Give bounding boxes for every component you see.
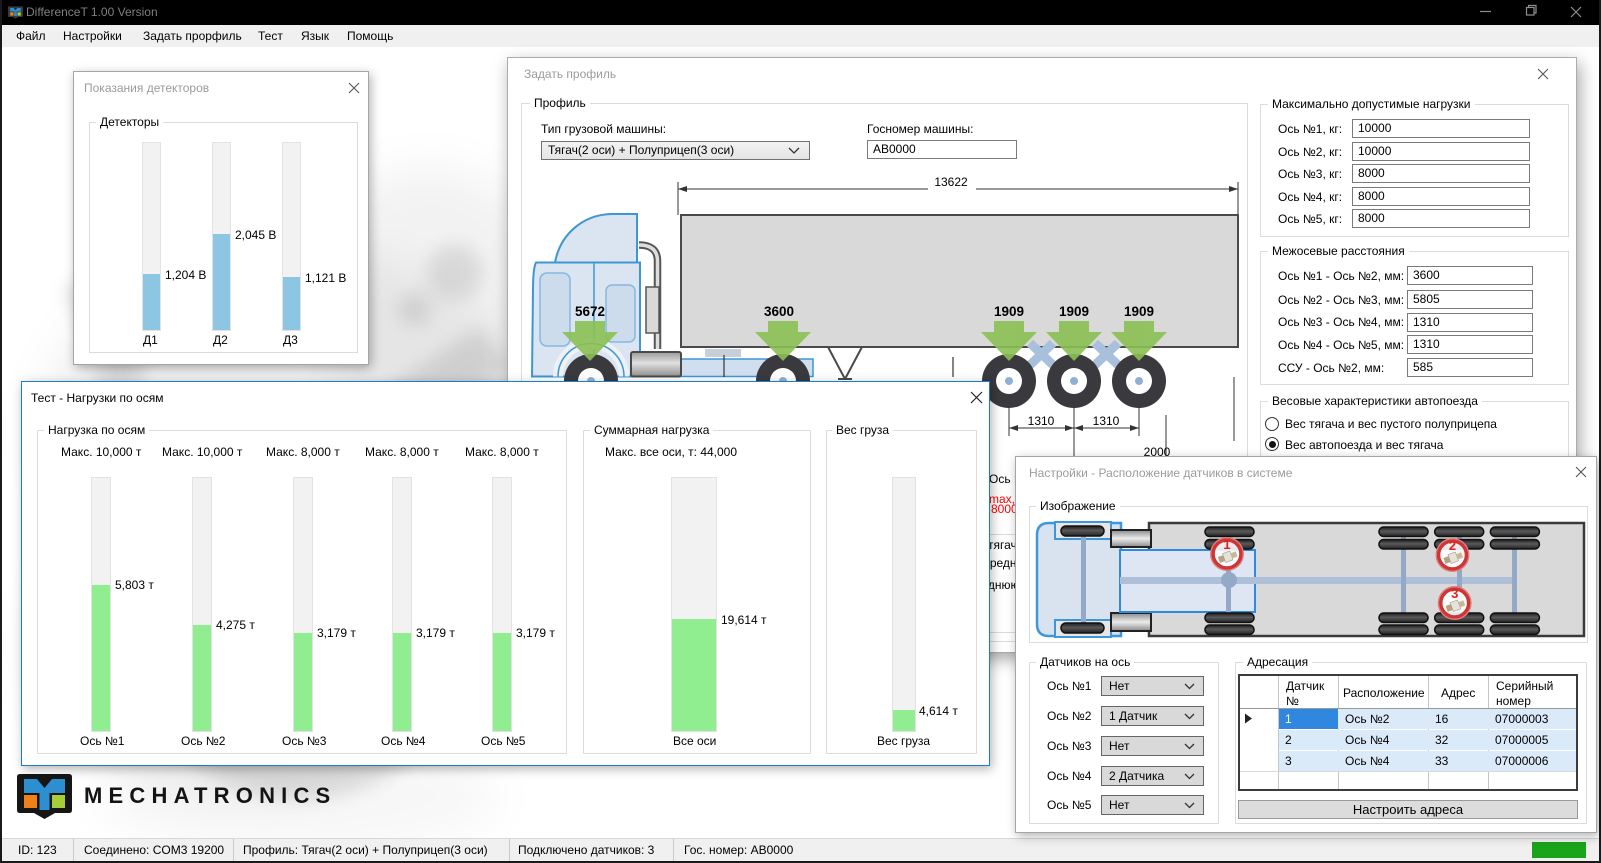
svg-text:1310: 1310: [1028, 414, 1055, 428]
svg-text:1909: 1909: [1124, 304, 1154, 319]
svg-text:5672: 5672: [575, 304, 605, 319]
svg-text:1: 1: [1223, 537, 1230, 552]
svg-text:1909: 1909: [994, 304, 1024, 319]
svg-text:1310: 1310: [1093, 414, 1120, 428]
svg-text:1909: 1909: [1059, 304, 1089, 319]
svg-text:3600: 3600: [764, 304, 794, 319]
svg-text:2: 2: [1449, 538, 1456, 553]
svg-text:3: 3: [1451, 586, 1458, 601]
svg-text:13622: 13622: [934, 175, 968, 189]
